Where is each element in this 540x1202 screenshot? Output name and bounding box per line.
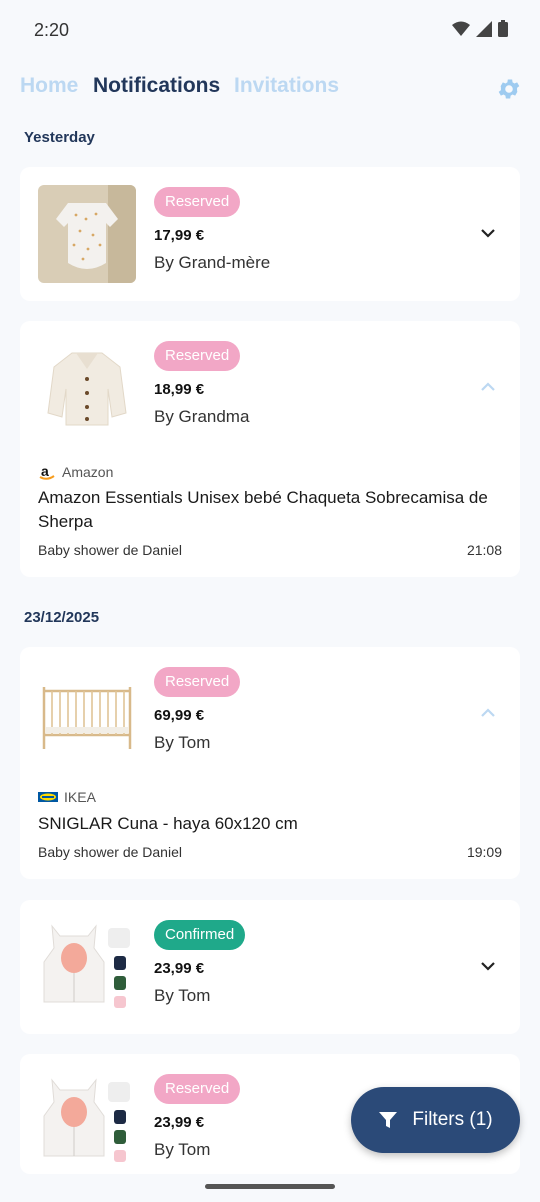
notification-card[interactable]: Reserved 17,99 € By Grand-mère <box>20 167 520 301</box>
event-name: Baby shower de Daniel <box>38 542 182 558</box>
tab-home[interactable]: Home <box>20 74 78 98</box>
store-row: IKEA <box>38 789 96 805</box>
status-badge: Reserved <box>154 341 241 371</box>
filters-button[interactable]: Filters (1) <box>351 1087 520 1153</box>
product-image-jacket <box>38 339 136 437</box>
product-image-hoodie <box>38 918 136 1016</box>
product-image-bodysuit <box>38 185 136 283</box>
product-title: Amazon Essentials Unisex bebé Chaqueta S… <box>38 488 488 531</box>
chevron-down-icon[interactable] <box>478 223 498 243</box>
tab-invitations[interactable]: Invitations <box>234 74 339 98</box>
product-image-hoodie <box>38 1072 136 1170</box>
status-badge: Reserved <box>154 187 241 217</box>
amazon-logo-icon: a <box>39 463 55 480</box>
price: 18,99 € <box>154 381 205 398</box>
notification-card-expanded[interactable]: Reserved 69,99 € By Tom IKEA SNIGLAR Cun… <box>20 647 520 879</box>
svg-text:a: a <box>41 463 49 479</box>
home-indicator[interactable] <box>205 1184 335 1189</box>
status-badge: Confirmed <box>154 920 246 950</box>
filters-label: Filters (1) <box>412 1109 493 1130</box>
price: 23,99 € <box>154 960 205 977</box>
event-name: Baby shower de Daniel <box>38 844 182 860</box>
status-badge: Reserved <box>154 667 241 697</box>
price: 69,99 € <box>154 707 205 724</box>
notification-card-expanded[interactable]: Reserved 18,99 € By Grandma a Amazon Ama… <box>20 321 520 577</box>
chevron-down-icon[interactable] <box>478 956 498 976</box>
status-bar: 2:20 <box>0 0 540 60</box>
notification-card[interactable]: Confirmed 23,99 € By Tom <box>20 900 520 1034</box>
reserved-by: By Tom <box>154 986 211 1005</box>
wifi-icon <box>452 21 470 36</box>
filter-icon <box>379 1112 398 1128</box>
battery-icon <box>498 20 508 37</box>
status-badge: Reserved <box>154 1074 241 1104</box>
reserved-by: By Tom <box>154 733 211 752</box>
section-label-yesterday: Yesterday <box>24 129 95 146</box>
tab-notifications[interactable]: Notifications <box>93 74 220 98</box>
ikea-logo-icon <box>38 792 58 802</box>
status-time: 2:20 <box>34 20 70 40</box>
store-name: Amazon <box>62 464 114 480</box>
reserved-by: By Tom <box>154 1140 211 1159</box>
section-label-date: 23/12/2025 <box>24 609 100 626</box>
timestamp: 19:09 <box>466 844 502 860</box>
chevron-up-icon[interactable] <box>478 377 498 397</box>
product-image-crib <box>38 665 136 763</box>
store-name: IKEA <box>64 789 96 805</box>
reserved-by: By Grandma <box>154 407 250 426</box>
top-nav: Home Notifications Invitations <box>20 74 522 104</box>
price: 23,99 € <box>154 1114 205 1131</box>
gear-icon[interactable] <box>496 76 522 102</box>
status-icons <box>452 20 508 37</box>
signal-icon <box>476 20 492 37</box>
store-row: a Amazon <box>38 463 113 481</box>
reserved-by: By Grand-mère <box>154 253 271 272</box>
timestamp: 21:08 <box>466 542 502 558</box>
price: 17,99 € <box>154 227 205 244</box>
product-title: SNIGLAR Cuna - haya 60x120 cm <box>38 814 298 833</box>
chevron-up-icon[interactable] <box>478 703 498 723</box>
